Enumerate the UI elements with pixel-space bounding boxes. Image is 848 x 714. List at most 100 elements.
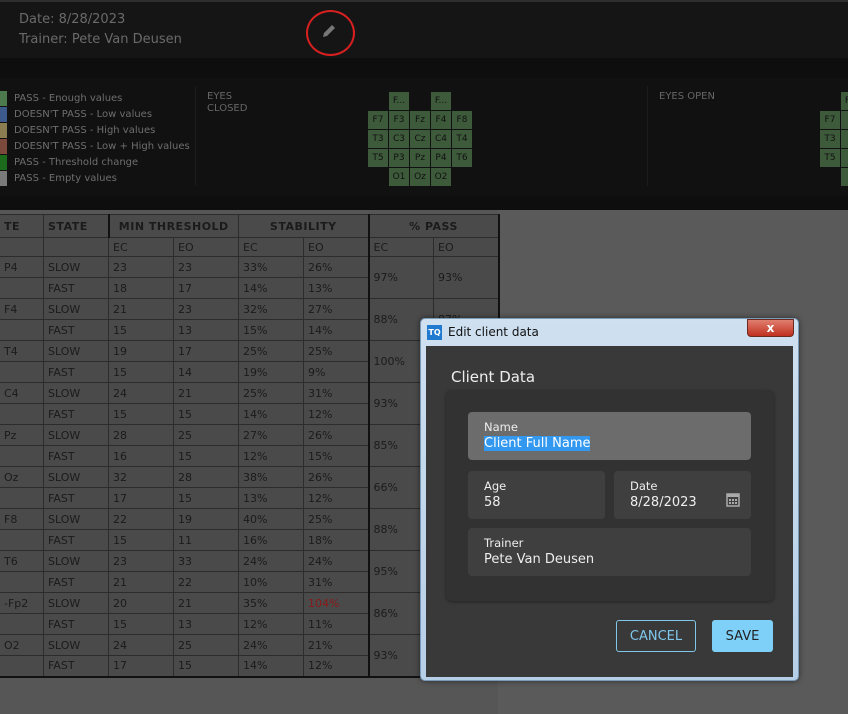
electrode-cell[interactable]: F3: [389, 111, 409, 129]
electrode-cell[interactable]: T6: [452, 149, 472, 167]
data-cell: 15: [108, 613, 174, 635]
data-cell: 18: [108, 277, 174, 299]
electrode-cell[interactable]: P: [841, 149, 848, 167]
app-logo-icon: TQ: [427, 325, 442, 340]
electrode-cell[interactable]: F...: [431, 92, 451, 110]
electrode-cell[interactable]: F8: [452, 111, 472, 129]
data-cell: SLOW: [43, 592, 109, 614]
legend-label: DOESN'T PASS - Low + High values: [14, 141, 190, 152]
calendar-icon[interactable]: [726, 492, 740, 511]
table-row: F4SLOW212332%27%88%87%: [0, 298, 500, 341]
site-cell: [0, 655, 44, 677]
data-cell: 24: [108, 382, 174, 404]
data-cell: 13%: [303, 277, 369, 299]
col-header-site: TE: [0, 214, 44, 238]
electrode-cell[interactable]: Fz: [410, 111, 430, 129]
electrode-cell[interactable]: T3: [368, 130, 388, 148]
electrode-cell[interactable]: F4: [431, 111, 451, 129]
sub-header: EC: [367, 237, 434, 257]
legend-label: PASS - Threshold change: [14, 157, 139, 168]
legend-swatch: [0, 123, 7, 138]
electrode-cell[interactable]: T5: [368, 149, 388, 167]
electrode-cell[interactable]: F7: [368, 111, 388, 129]
age-input[interactable]: 58: [484, 495, 501, 510]
data-cell: SLOW: [43, 424, 109, 446]
electrode-cell[interactable]: P4: [431, 149, 451, 167]
electrode-cell[interactable]: O: [841, 168, 848, 186]
site-cell: O2: [0, 634, 44, 656]
date-field[interactable]: Date 8/28/2023: [614, 471, 751, 519]
electrode-cell[interactable]: T3: [820, 130, 840, 148]
electrode-cell[interactable]: T5: [820, 149, 840, 167]
name-label: Name: [484, 420, 518, 434]
cancel-button[interactable]: CANCEL: [616, 620, 696, 652]
age-field[interactable]: Age 58: [468, 471, 605, 519]
trainer-field[interactable]: Trainer Pete Van Deusen: [468, 528, 751, 576]
date-input[interactable]: 8/28/2023: [630, 495, 697, 510]
name-field[interactable]: Name Client Full Name: [468, 412, 751, 460]
electrode-cell[interactable]: F7: [820, 111, 840, 129]
data-cell: 24%: [238, 550, 304, 572]
data-cell: 16%: [238, 529, 304, 551]
save-button[interactable]: SAVE: [712, 620, 773, 652]
data-cell: 12%: [238, 613, 304, 635]
electrode-cell[interactable]: F...: [389, 92, 409, 110]
electrode-cell[interactable]: C4: [431, 130, 451, 148]
data-cell: FAST: [43, 319, 109, 341]
legend-item: PASS - Threshold change: [0, 155, 138, 170]
electrode-cell[interactable]: O1: [389, 168, 409, 186]
electrode-cell[interactable]: C: [841, 130, 848, 148]
electrode-cell[interactable]: T4: [452, 130, 472, 148]
trainer-input[interactable]: Pete Van Deusen: [484, 552, 594, 567]
data-cell: 25%: [238, 340, 304, 362]
electrode-cell[interactable]: O2: [431, 168, 451, 186]
site-cell: [0, 319, 44, 341]
electrode-cell[interactable]: C3: [389, 130, 409, 148]
data-cell: FAST: [43, 655, 109, 677]
data-cell: 15: [108, 319, 174, 341]
data-cell: 14%: [238, 277, 304, 299]
data-cell: FAST: [43, 445, 109, 467]
data-cell: 25%: [303, 508, 369, 530]
data-cell: 23: [173, 256, 239, 278]
data-cell: 15%: [238, 319, 304, 341]
trainer-label: Trainer: [484, 536, 524, 550]
site-cell: F4: [0, 298, 44, 320]
sub-header: EO: [433, 237, 500, 257]
close-button[interactable]: x: [747, 319, 794, 337]
data-cell: 15%: [303, 445, 369, 467]
data-cell: 15: [173, 487, 239, 509]
electrode-cell[interactable]: Cz: [410, 130, 430, 148]
name-input[interactable]: Client Full Name: [484, 436, 591, 451]
data-cell: 33%: [238, 256, 304, 278]
data-cell: 17: [173, 277, 239, 299]
pencil-icon[interactable]: [320, 22, 338, 40]
legend-swatch: [0, 155, 7, 170]
data-cell: 21%: [303, 634, 369, 656]
data-cell: 26%: [303, 466, 369, 488]
electrode-cell[interactable]: Oz: [410, 168, 430, 186]
electrode-cell[interactable]: Pz: [410, 149, 430, 167]
data-cell: 24%: [238, 634, 304, 656]
data-cell: 14%: [238, 655, 304, 677]
data-cell: 25%: [238, 382, 304, 404]
site-cell: [0, 445, 44, 467]
legend-item: DOESN'T PASS - Low + High values: [0, 139, 190, 154]
site-cell: [0, 403, 44, 425]
data-cell: FAST: [43, 277, 109, 299]
data-cell: 12%: [303, 403, 369, 425]
data-cell: 26%: [303, 424, 369, 446]
session-date: Date: 8/28/2023: [19, 12, 126, 27]
electrode-cell[interactable]: F...: [841, 92, 848, 110]
data-cell: 11%: [303, 613, 369, 635]
sub-header: EC: [238, 237, 304, 257]
data-cell: SLOW: [43, 340, 109, 362]
data-cell: 31%: [303, 571, 369, 593]
electrode-cell[interactable]: F: [841, 111, 848, 129]
data-cell: FAST: [43, 361, 109, 383]
data-cell: 28: [108, 424, 174, 446]
data-cell: 13: [173, 319, 239, 341]
data-cell: 19: [108, 340, 174, 362]
electrode-cell[interactable]: P3: [389, 149, 409, 167]
site-cell: Oz: [0, 466, 44, 488]
